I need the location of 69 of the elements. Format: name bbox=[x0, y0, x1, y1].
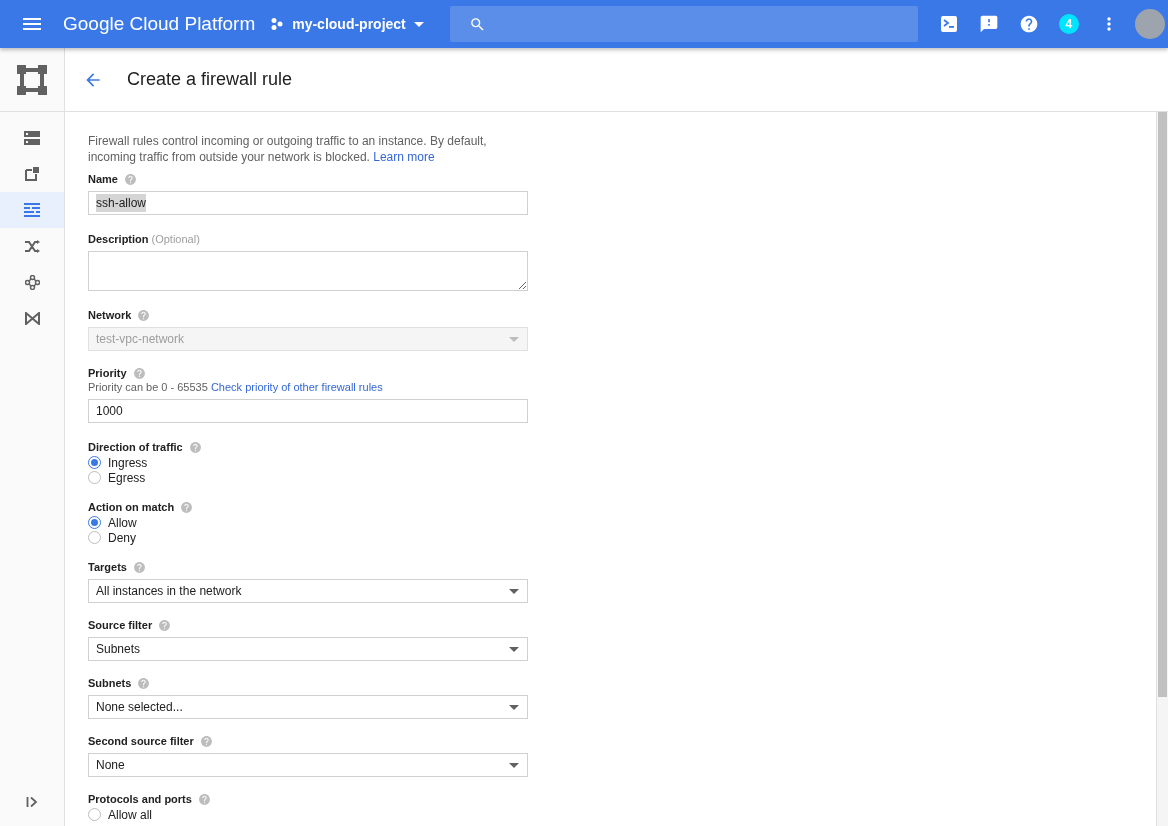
help-icon[interactable] bbox=[158, 618, 172, 632]
radio-label: Allow bbox=[108, 514, 137, 532]
server-list-icon bbox=[24, 131, 40, 145]
help-icon[interactable] bbox=[1018, 14, 1039, 34]
text-input-field[interactable]: 1000 bbox=[88, 399, 528, 423]
priority-link[interactable]: Check priority of other firewall rules bbox=[210, 381, 383, 393]
bowtie-icon bbox=[24, 311, 40, 325]
dots-cluster-icon bbox=[271, 18, 284, 30]
help-icon[interactable] bbox=[197, 792, 211, 806]
dropdown-caret-icon bbox=[509, 336, 519, 342]
dropdown-caret-icon bbox=[509, 588, 519, 594]
help-icon[interactable] bbox=[199, 734, 213, 748]
field-label: Action on match bbox=[88, 499, 175, 515]
avatar[interactable] bbox=[1134, 9, 1165, 39]
sidebar-nav-item[interactable] bbox=[0, 192, 64, 228]
help-icon[interactable] bbox=[132, 366, 146, 380]
dropdown-caret-icon bbox=[509, 646, 519, 652]
radio-label: Deny bbox=[108, 529, 136, 547]
dropdown-caret-icon bbox=[509, 762, 519, 768]
text-input-field[interactable]: ssh-allow bbox=[88, 191, 528, 215]
dropdown-caret-icon bbox=[509, 704, 519, 710]
expand-icon[interactable] bbox=[26, 796, 38, 808]
radio-button[interactable] bbox=[88, 531, 101, 544]
help-icon[interactable] bbox=[180, 500, 194, 514]
field-label: Source filter bbox=[88, 617, 153, 633]
field-label: Network bbox=[88, 307, 132, 323]
dropdown-select[interactable]: None selected... bbox=[88, 695, 528, 719]
intro-paragraph: Firewall rules control incoming or outgoing traffic to an instance. By default, incoming traffic from outside your network is blocked. Learn more bbox=[88, 133, 488, 165]
help-icon[interactable] bbox=[137, 676, 151, 690]
radio-button[interactable] bbox=[88, 471, 101, 484]
brick-wall-icon bbox=[24, 203, 40, 217]
radio-button[interactable] bbox=[88, 516, 101, 529]
radio-label: Allow all bbox=[108, 806, 152, 824]
field-label: Priority bbox=[88, 365, 127, 381]
search-field[interactable] bbox=[449, 6, 918, 42]
field-label: Second source filter bbox=[88, 733, 194, 749]
scrollbar-thumb[interactable] bbox=[1158, 112, 1167, 697]
network-nodes-icon bbox=[24, 274, 40, 290]
radio-button[interactable] bbox=[88, 456, 101, 469]
search-icon bbox=[468, 15, 486, 33]
window-icon bbox=[25, 167, 39, 181]
shuffle-icon bbox=[24, 239, 40, 253]
page-title: Create a firewall rule bbox=[127, 68, 293, 91]
dropdown-select[interactable]: None bbox=[88, 753, 528, 777]
help-icon[interactable] bbox=[188, 440, 202, 454]
field-label: Name bbox=[88, 171, 118, 187]
field-label: Subnets bbox=[88, 675, 132, 691]
dropdown-select[interactable]: All instances in the network bbox=[88, 579, 528, 603]
radio-button[interactable] bbox=[88, 808, 101, 821]
description-textarea[interactable] bbox=[88, 251, 528, 291]
learn-more-link[interactable]: Learn more bbox=[373, 150, 435, 164]
help-icon[interactable] bbox=[123, 172, 137, 186]
project-selector[interactable]: my-cloud-project bbox=[271, 13, 424, 35]
optional-note: (Optional) bbox=[151, 231, 200, 247]
radio-label: Ingress bbox=[108, 454, 148, 472]
field-label: Description bbox=[88, 231, 149, 247]
terminal-icon[interactable] bbox=[940, 16, 957, 32]
field-label: Direction of traffic bbox=[88, 439, 183, 455]
field-label: Protocols and ports bbox=[88, 791, 192, 807]
field-label: Targets bbox=[88, 559, 127, 575]
radio-label: Egress bbox=[108, 470, 146, 487]
hint-text: Priority can be 0 - 65535 Check priority of other firewall rules bbox=[88, 380, 384, 394]
dropdown-caret-icon bbox=[413, 21, 424, 27]
help-icon[interactable] bbox=[137, 308, 151, 322]
dropdown-select[interactable]: Subnets bbox=[88, 637, 528, 661]
feedback-icon[interactable] bbox=[978, 14, 999, 34]
product-title[interactable]: Google Cloud Platform bbox=[63, 9, 256, 39]
network-square-icon bbox=[17, 64, 47, 95]
help-icon[interactable] bbox=[132, 560, 146, 574]
